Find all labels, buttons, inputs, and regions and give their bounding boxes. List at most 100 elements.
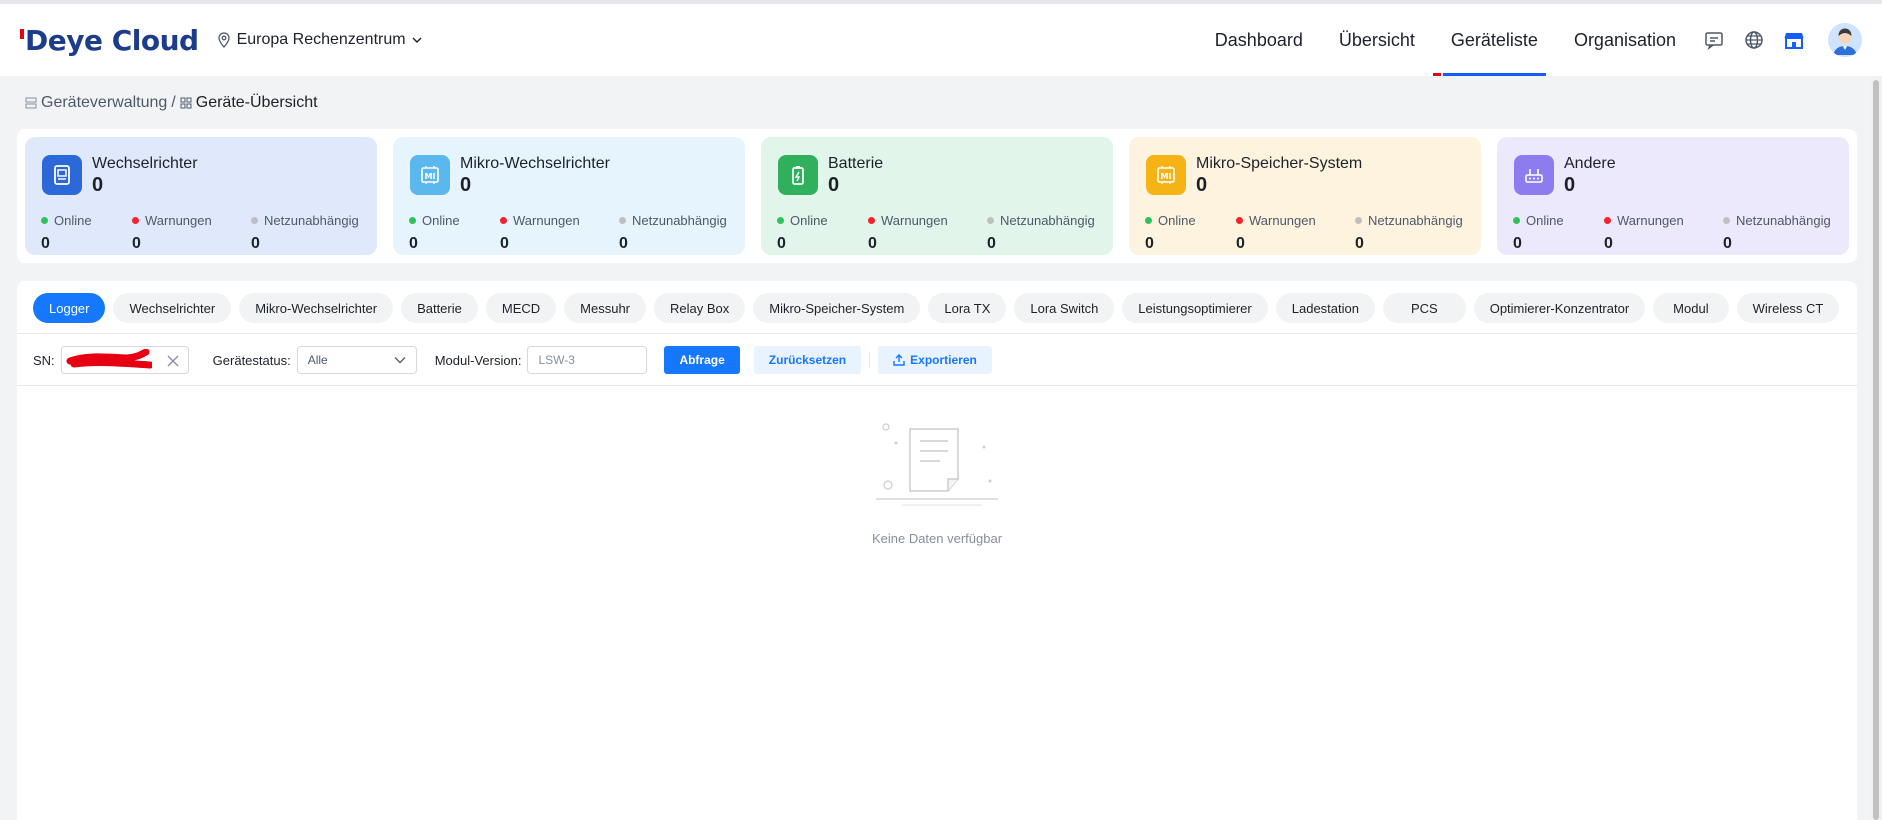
online-value: 0 [1145, 235, 1154, 252]
store-icon[interactable] [1774, 20, 1814, 60]
card-andere[interactable]: Andere 0 Online Warnungen Netzunabhängig… [1497, 137, 1849, 255]
stat-label: Netzunabhängig [1000, 213, 1095, 228]
tab-batterie[interactable]: Batterie [401, 293, 478, 323]
online-dot-icon [1513, 217, 1520, 224]
online-dot-icon [409, 217, 416, 224]
tab-mikro-speicher-system[interactable]: Mikro-Speicher-System [753, 293, 921, 323]
micro-storage-icon: MI [1146, 155, 1186, 195]
card-title: Mikro-Wechselrichter [460, 155, 610, 172]
nav-geraeteliste[interactable]: Geräteliste [1432, 4, 1556, 76]
card-batterie[interactable]: Batterie 0 Online Warnungen Netzunabhäng… [761, 137, 1113, 255]
card-total: 0 [1564, 174, 1576, 196]
sn-input[interactable] [60, 346, 189, 374]
offgrid-dot-icon [1355, 217, 1362, 224]
stat-online: Online [1145, 213, 1196, 228]
query-button[interactable]: Abfrage [664, 346, 740, 374]
status-select[interactable]: Alle [296, 346, 417, 374]
stat-offgrid: Netzunabhängig [1723, 213, 1831, 228]
tab-messuhr[interactable]: Messuhr [564, 293, 647, 323]
tab-leistungsoptimierer[interactable]: Leistungsoptimierer [1122, 293, 1268, 323]
filter-divider [17, 385, 1857, 386]
stat-warn: Warnungen [1236, 213, 1316, 228]
router-icon [1514, 155, 1554, 195]
tab-logger[interactable]: Logger [33, 293, 106, 323]
breadcrumb-parent[interactable]: Geräteverwaltung [41, 94, 167, 112]
offgrid-value: 0 [987, 235, 996, 252]
card-title: Mikro-Speicher-System [1196, 155, 1363, 172]
warn-dot-icon [500, 217, 507, 224]
export-button[interactable]: Exportieren [878, 346, 992, 374]
offgrid-dot-icon [987, 217, 994, 224]
device-summary-cards: Wechselrichter 0 Online Warnungen Netzun… [17, 129, 1857, 263]
offgrid-value: 0 [619, 235, 628, 252]
nav-dashboard[interactable]: Dashboard [1197, 4, 1321, 76]
stat-online: Online [777, 213, 828, 228]
breadcrumb-current: Geräte-Übersicht [195, 94, 318, 111]
offgrid-value: 0 [1355, 235, 1364, 252]
warn-value: 0 [1604, 235, 1613, 252]
empty-document-icon [876, 423, 998, 506]
breadcrumb: Geräteverwaltung / Geräte-Übersicht [25, 94, 318, 112]
globe-icon[interactable] [1734, 20, 1774, 60]
empty-state: Keine Daten verfügbar [17, 421, 1857, 546]
app-header: Deye Cloud Europa Rechenzentrum Dashboar… [0, 4, 1882, 76]
warn-value: 0 [1236, 235, 1245, 252]
scrollbar-thumb[interactable] [1873, 80, 1879, 820]
stat-label: Netzunabhängig [632, 213, 727, 228]
offgrid-dot-icon [1723, 217, 1730, 224]
stat-label: Warnungen [881, 213, 948, 228]
stat-online: Online [409, 213, 460, 228]
warn-dot-icon [132, 217, 139, 224]
nav-organisation[interactable]: Organisation [1556, 4, 1694, 76]
region-label: Europa Rechenzentrum [236, 31, 406, 48]
tab-modul[interactable]: Modul [1653, 293, 1729, 323]
tab-mecd[interactable]: MECD [485, 293, 557, 323]
sn-label: SN: [33, 352, 55, 368]
stat-offgrid: Netzunabhängig [251, 213, 359, 228]
warn-dot-icon [1604, 217, 1611, 224]
user-avatar[interactable] [1828, 23, 1862, 57]
region-selector[interactable]: Europa Rechenzentrum [217, 31, 422, 49]
card-wechselrichter[interactable]: Wechselrichter 0 Online Warnungen Netzun… [25, 137, 377, 255]
card-total: 0 [828, 174, 840, 196]
export-label: Exportieren [910, 353, 977, 367]
stat-label: Netzunabhängig [264, 213, 359, 228]
stat-online: Online [1513, 213, 1564, 228]
online-dot-icon [1145, 217, 1152, 224]
tab-optimierer-konzentrator[interactable]: Optimierer-Konzentrator [1473, 293, 1646, 323]
warn-dot-icon [1236, 217, 1243, 224]
status-label: Gerätestatus: [212, 352, 291, 368]
tab-lora-tx[interactable]: Lora TX [928, 293, 1007, 323]
online-dot-icon [777, 217, 784, 224]
stat-warn: Warnungen [132, 213, 212, 228]
reset-button[interactable]: Zurücksetzen [753, 346, 862, 374]
tab-wireless-ct[interactable]: Wireless CT [1736, 293, 1840, 323]
deye-logo[interactable]: Deye Cloud [20, 24, 199, 57]
logo-text: Deye Cloud [25, 23, 199, 57]
stat-label: Netzunabhängig [1368, 213, 1463, 228]
card-title: Andere [1564, 155, 1616, 172]
message-icon[interactable] [1694, 20, 1734, 60]
card-title: Wechselrichter [92, 155, 198, 172]
filter-bar: SN: Gerätestatus: Alle Modul-Version: LS… [33, 345, 992, 375]
stat-label: Warnungen [145, 213, 212, 228]
stat-label: Online [790, 213, 828, 228]
warn-dot-icon [868, 217, 875, 224]
tab-lora-switch[interactable]: Lora Switch [1014, 293, 1115, 323]
stat-label: Warnungen [1249, 213, 1316, 228]
stat-label: Warnungen [1617, 213, 1684, 228]
nav-uebersicht[interactable]: Übersicht [1321, 4, 1433, 76]
clear-icon[interactable] [167, 355, 179, 367]
tab-mikro-wechselrichter[interactable]: Mikro-Wechselrichter [239, 293, 394, 323]
tab-wechselrichter[interactable]: Wechselrichter [113, 293, 232, 323]
module-version-value: LSW-3 [538, 353, 575, 367]
tab-ladestation[interactable]: Ladestation [1275, 293, 1375, 323]
card-mikro-speicher-system[interactable]: MI Mikro-Speicher-System 0 Online Warnun… [1129, 137, 1481, 255]
location-pin-icon [217, 32, 230, 48]
stat-offgrid: Netzunabhängig [619, 213, 727, 228]
module-version-input[interactable]: LSW-3 [527, 346, 648, 374]
tab-pcs[interactable]: PCS [1382, 293, 1466, 323]
card-mikro-wechselrichter[interactable]: MI Mikro-Wechselrichter 0 Online Warnung… [393, 137, 745, 255]
tab-relay-box[interactable]: Relay Box [654, 293, 746, 323]
stat-warn: Warnungen [1604, 213, 1684, 228]
